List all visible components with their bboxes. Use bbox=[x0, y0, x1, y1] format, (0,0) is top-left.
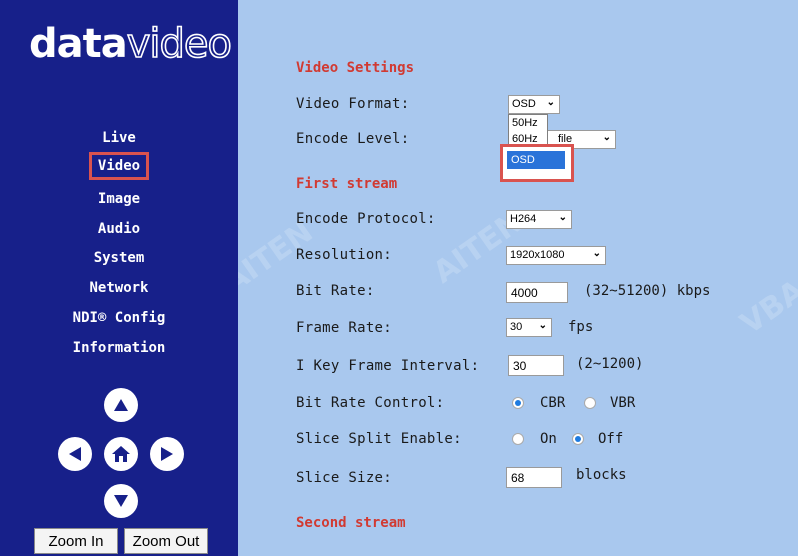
slice-split-on-radio[interactable] bbox=[512, 433, 524, 445]
video-format-dropdown: 50Hz 60Hz bbox=[508, 114, 548, 148]
encode-level-label: Encode Level: bbox=[296, 131, 410, 147]
home-icon bbox=[112, 446, 130, 462]
chevron-down-icon: ⌄ bbox=[592, 248, 601, 259]
highlight-osd-option: OSD bbox=[500, 144, 574, 182]
bit-rate-input[interactable]: 4000 bbox=[506, 282, 568, 303]
bit-rate-label: Bit Rate: bbox=[296, 283, 375, 299]
slice-size-input[interactable]: 68 bbox=[506, 467, 562, 488]
zoom-out-button[interactable]: Zoom Out bbox=[124, 528, 208, 554]
option-50hz[interactable]: 50Hz bbox=[509, 115, 547, 131]
nav-system[interactable]: System bbox=[0, 249, 238, 267]
arrow-right-icon bbox=[161, 447, 173, 461]
vbr-radio[interactable] bbox=[584, 397, 596, 409]
slice-split-on-label: On bbox=[540, 431, 557, 447]
slice-split-label: Slice Split Enable: bbox=[296, 431, 462, 447]
frame-rate-unit: fps bbox=[568, 319, 594, 335]
arrow-up-icon bbox=[114, 399, 128, 411]
encode-protocol-select[interactable]: H264 ⌄ bbox=[506, 210, 572, 229]
bit-rate-control-label: Bit Rate Control: bbox=[296, 395, 445, 411]
frame-rate-select[interactable]: 30 ⌄ bbox=[506, 318, 552, 337]
slice-split-off-radio[interactable] bbox=[572, 433, 584, 445]
ptz-home-button[interactable] bbox=[104, 437, 138, 471]
arrow-down-icon bbox=[114, 495, 128, 507]
resolution-select[interactable]: 1920x1080 ⌄ bbox=[506, 246, 606, 265]
ptz-left-button[interactable] bbox=[58, 437, 92, 471]
watermark: VBA bbox=[734, 273, 798, 342]
cbr-label: CBR bbox=[540, 395, 566, 411]
option-osd[interactable]: OSD bbox=[507, 151, 565, 169]
slice-split-off-label: Off bbox=[598, 431, 624, 447]
zoom-in-button[interactable]: Zoom In bbox=[34, 528, 118, 554]
nav-audio[interactable]: Audio bbox=[0, 220, 238, 238]
cbr-radio[interactable] bbox=[512, 397, 524, 409]
slice-size-unit: blocks bbox=[576, 467, 627, 483]
nav-video[interactable]: Video bbox=[0, 152, 238, 180]
i-key-frame-input[interactable]: 30 bbox=[508, 355, 564, 376]
nav-information[interactable]: Information bbox=[0, 339, 238, 357]
nav-image[interactable]: Image bbox=[0, 190, 238, 208]
section-video-settings: Video Settings bbox=[296, 60, 415, 76]
i-key-frame-range: (2~1200) bbox=[576, 356, 644, 372]
nav-network[interactable]: Network bbox=[0, 279, 238, 297]
nav-ndi-config[interactable]: NDI® Config bbox=[0, 309, 238, 327]
ptz-up-button[interactable] bbox=[104, 388, 138, 422]
sidebar: datavideo Live Video Image Audio System … bbox=[0, 0, 238, 556]
i-key-frame-label: I Key Frame Interval: bbox=[296, 358, 480, 374]
section-second-stream: Second stream bbox=[296, 515, 406, 531]
vbr-label: VBR bbox=[610, 395, 636, 411]
video-format-label: Video Format: bbox=[296, 96, 410, 112]
ptz-down-button[interactable] bbox=[104, 484, 138, 518]
bit-rate-range: (32~51200) kbps bbox=[584, 283, 711, 299]
chevron-down-icon: ⌄ bbox=[546, 97, 555, 108]
chevron-down-icon: ⌄ bbox=[602, 132, 611, 143]
chevron-down-icon: ⌄ bbox=[538, 320, 547, 331]
ptz-right-button[interactable] bbox=[150, 437, 184, 471]
chevron-down-icon: ⌄ bbox=[558, 212, 567, 223]
video-format-select[interactable]: OSD ⌄ bbox=[508, 95, 560, 114]
nav-live[interactable]: Live bbox=[0, 129, 238, 147]
settings-panel: AITEN AITEN VBA Video Settings Video For… bbox=[238, 0, 798, 556]
datavideo-logo: datavideo bbox=[29, 21, 233, 67]
slice-size-label: Slice Size: bbox=[296, 470, 393, 486]
section-first-stream: First stream bbox=[296, 176, 398, 192]
frame-rate-label: Frame Rate: bbox=[296, 320, 393, 336]
encode-protocol-label: Encode Protocol: bbox=[296, 211, 436, 227]
resolution-label: Resolution: bbox=[296, 247, 393, 263]
arrow-left-icon bbox=[69, 447, 81, 461]
